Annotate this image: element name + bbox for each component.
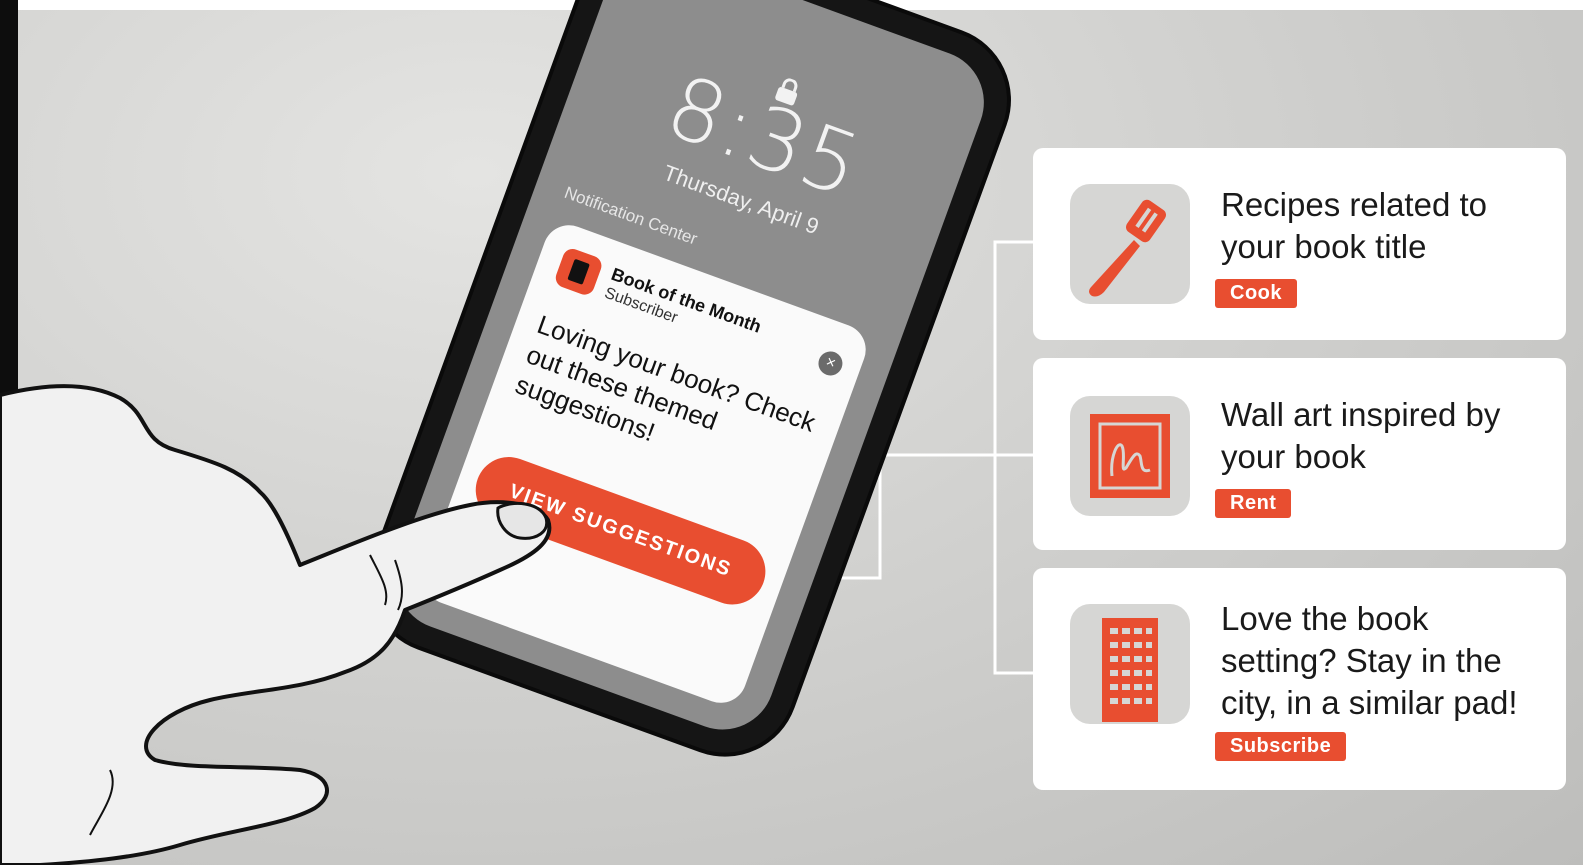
close-icon[interactable]: × <box>815 348 846 379</box>
suggestion-title: Recipes related to your book title <box>1221 186 1487 265</box>
suggestion-card-rent[interactable]: Wall art inspired by your book Rent <box>1033 358 1566 550</box>
suggestion-card-cook[interactable]: Recipes related to your book title Cook <box>1033 148 1566 340</box>
suggestion-title: Wall art inspired by your book <box>1221 396 1501 475</box>
wall-art-icon <box>1070 396 1190 516</box>
cook-tag-button[interactable]: Cook <box>1215 279 1297 308</box>
rent-tag-button[interactable]: Rent <box>1215 489 1292 518</box>
spatula-icon <box>1070 184 1190 304</box>
pointing-hand-illustration <box>0 384 552 865</box>
subscribe-tag-button[interactable]: Subscribe <box>1215 732 1347 761</box>
suggestion-title: Love the book setting? Stay in the city,… <box>1221 600 1518 721</box>
book-app-icon <box>552 246 605 298</box>
suggestion-card-subscribe[interactable]: Love the book setting? Stay in the city,… <box>1033 568 1566 790</box>
building-icon <box>1070 604 1190 724</box>
